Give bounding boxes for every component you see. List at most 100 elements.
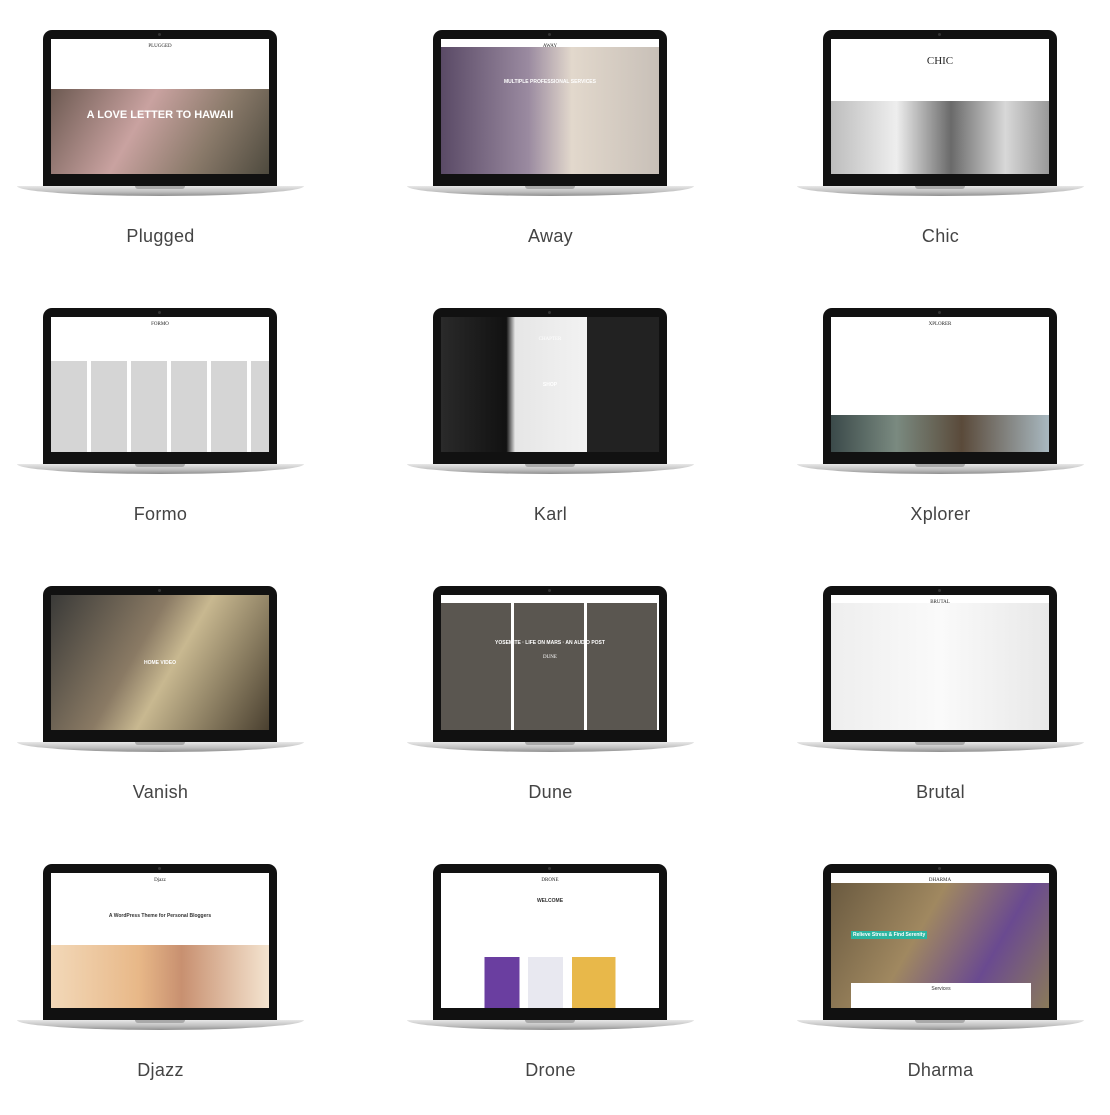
theme-preview-screen[interactable]: XPLORER <box>831 317 1049 452</box>
theme-name[interactable]: Chic <box>797 226 1084 247</box>
laptop-base <box>17 742 304 752</box>
preview-site-title: CHAPTER <box>538 337 562 342</box>
camera-dot <box>938 311 941 314</box>
theme-preview-screen[interactable]: CHAPTER SHOP <box>441 317 659 452</box>
preview-site-title: DHARMA <box>928 878 952 883</box>
theme-preview-screen[interactable]: HOME VIDEO <box>51 595 269 730</box>
laptop-notch <box>525 1020 575 1023</box>
preview-headline: WELCOME <box>536 898 564 904</box>
laptop-screen-bezel: DUNE YOSEMITE · LIFE ON MARS · AN AUDIO … <box>433 586 667 744</box>
theme-preview-screen[interactable]: DHARMA Relieve Stress & Find Serenity Se… <box>831 873 1049 1008</box>
laptop-notch <box>525 464 575 467</box>
preview-site-title: DRONE <box>541 878 559 883</box>
theme-card-drone[interactable]: DRONE WELCOME Drone <box>407 855 707 1115</box>
theme-preview-screen[interactable]: AWAY MULTIPLE PROFESSIONAL SERVICES <box>441 39 659 174</box>
theme-card-vanish[interactable]: HOME VIDEO Vanish <box>17 577 317 837</box>
theme-name[interactable]: Dune <box>407 782 694 803</box>
laptop-screen-bezel: CHAPTER SHOP <box>433 308 667 466</box>
preview-services-heading: Services <box>851 983 1031 1008</box>
theme-card-plugged[interactable]: PLUGGED A LOVE LETTER TO HAWAII Plugged <box>17 21 317 281</box>
laptop-screen-bezel: DHARMA Relieve Stress & Find Serenity Se… <box>823 864 1057 1022</box>
preview-hero-image <box>441 957 659 1008</box>
laptop-base <box>407 742 694 752</box>
preview-site-title: Djazz <box>154 878 166 883</box>
preview-headline: A WordPress Theme for Personal Bloggers <box>108 913 212 919</box>
theme-name[interactable]: Formo <box>17 504 304 525</box>
preview-site-title: CHIC <box>926 55 954 67</box>
laptop-screen-bezel: CHIC <box>823 30 1057 188</box>
laptop-screen-bezel: HOME VIDEO <box>43 586 277 744</box>
theme-name[interactable]: Plugged <box>17 226 304 247</box>
preview-headline: A LOVE LETTER TO HAWAII <box>86 109 234 121</box>
laptop-notch <box>915 464 965 467</box>
theme-preview-screen[interactable]: CHIC <box>831 39 1049 174</box>
camera-dot <box>938 867 941 870</box>
theme-card-dune[interactable]: DUNE YOSEMITE · LIFE ON MARS · AN AUDIO … <box>407 577 707 837</box>
laptop-notch <box>525 186 575 189</box>
laptop-notch <box>135 1020 185 1023</box>
camera-dot <box>938 589 941 592</box>
laptop-screen-bezel: DRONE WELCOME <box>433 864 667 1022</box>
theme-preview-screen[interactable]: DUNE YOSEMITE · LIFE ON MARS · AN AUDIO … <box>441 595 659 730</box>
preview-site-title: FORMO <box>151 322 169 327</box>
preview-headline: Relieve Stress & Find Serenity <box>851 931 928 939</box>
laptop-base <box>797 1020 1084 1030</box>
laptop-base <box>17 186 304 196</box>
preview-hero-image <box>441 47 659 174</box>
theme-name[interactable]: Karl <box>407 504 694 525</box>
camera-dot <box>158 589 161 592</box>
laptop-notch <box>135 464 185 467</box>
theme-preview-screen[interactable]: Djazz A WordPress Theme for Personal Blo… <box>51 873 269 1008</box>
preview-hero-image <box>51 89 269 174</box>
laptop-notch <box>915 186 965 189</box>
preview-hero-image <box>831 101 1049 174</box>
theme-card-xplorer[interactable]: XPLORER Xplorer <box>797 299 1097 559</box>
theme-card-dharma[interactable]: DHARMA Relieve Stress & Find Serenity Se… <box>797 855 1097 1115</box>
theme-card-away[interactable]: AWAY MULTIPLE PROFESSIONAL SERVICES Away <box>407 21 707 281</box>
preview-headline: MULTIPLE PROFESSIONAL SERVICES <box>504 79 596 85</box>
preview-hero-image <box>831 415 1049 452</box>
laptop-base <box>797 464 1084 474</box>
laptop-notch <box>915 742 965 745</box>
laptop-notch <box>135 186 185 189</box>
laptop-base <box>407 186 694 196</box>
laptop-base <box>407 464 694 474</box>
preview-site-title: BRUTAL <box>930 600 950 605</box>
preview-headline: SHOP <box>542 382 558 388</box>
laptop-notch <box>915 1020 965 1023</box>
laptop-base <box>17 464 304 474</box>
theme-preview-screen[interactable]: PLUGGED A LOVE LETTER TO HAWAII <box>51 39 269 174</box>
camera-dot <box>158 33 161 36</box>
theme-name[interactable]: Dharma <box>797 1060 1084 1081</box>
theme-card-chic[interactable]: CHIC Chic <box>797 21 1097 281</box>
preview-site-title: DUNE <box>543 655 557 660</box>
laptop-notch <box>135 742 185 745</box>
laptop-base <box>797 186 1084 196</box>
theme-name[interactable]: Vanish <box>17 782 304 803</box>
laptop-screen-bezel: AWAY MULTIPLE PROFESSIONAL SERVICES <box>433 30 667 188</box>
preview-hero-image <box>51 361 269 452</box>
preview-hero-image <box>51 945 269 1008</box>
theme-card-karl[interactable]: CHAPTER SHOP Karl <box>407 299 707 559</box>
preview-site-title: XPLORER <box>928 322 952 327</box>
camera-dot <box>548 589 551 592</box>
laptop-base <box>797 742 1084 752</box>
theme-name[interactable]: Djazz <box>17 1060 304 1081</box>
theme-name[interactable]: Brutal <box>797 782 1084 803</box>
theme-name[interactable]: Drone <box>407 1060 694 1081</box>
preview-site-title: AWAY <box>542 44 558 49</box>
theme-preview-screen[interactable]: DRONE WELCOME <box>441 873 659 1008</box>
preview-headline: HOME VIDEO <box>144 660 176 666</box>
theme-name[interactable]: Away <box>407 226 694 247</box>
theme-card-brutal[interactable]: BRUTAL Brutal <box>797 577 1097 837</box>
theme-card-formo[interactable]: FORMO Formo <box>17 299 317 559</box>
camera-dot <box>548 33 551 36</box>
preview-hero-image <box>831 603 1049 730</box>
theme-preview-screen[interactable]: BRUTAL <box>831 595 1049 730</box>
laptop-screen-bezel: FORMO <box>43 308 277 466</box>
theme-name[interactable]: Xplorer <box>797 504 1084 525</box>
theme-preview-screen[interactable]: FORMO <box>51 317 269 452</box>
camera-dot <box>548 867 551 870</box>
theme-card-djazz[interactable]: Djazz A WordPress Theme for Personal Blo… <box>17 855 317 1115</box>
laptop-screen-bezel: Djazz A WordPress Theme for Personal Blo… <box>43 864 277 1022</box>
